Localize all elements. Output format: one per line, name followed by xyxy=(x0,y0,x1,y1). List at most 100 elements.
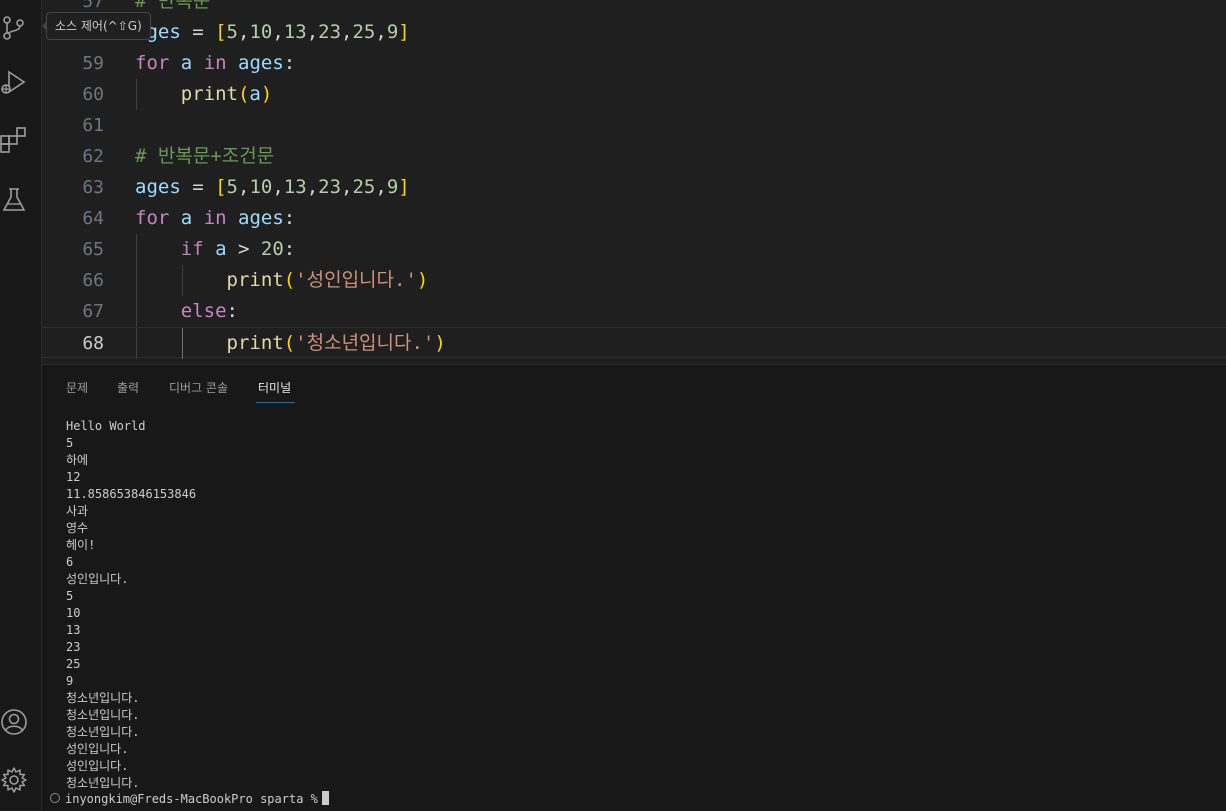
code-text: print('청소년입니다.') xyxy=(135,328,446,359)
code-token: 10 xyxy=(249,21,273,43)
code-line[interactable]: 63 ages = [5,10,13,23,25,9] xyxy=(42,172,1226,203)
code-token: 9 xyxy=(386,176,399,198)
code-line[interactable]: 61 xyxy=(42,110,1226,141)
line-number: 60 xyxy=(82,84,104,105)
code-text: else: xyxy=(135,296,238,327)
code-token: ( xyxy=(283,269,296,291)
code-token: > xyxy=(226,238,261,260)
code-token: in xyxy=(203,52,227,74)
code-line[interactable]: 66 print('성인입니다.') xyxy=(42,265,1226,296)
code-token: [ xyxy=(215,176,227,198)
code-token: 13 xyxy=(283,176,307,198)
code-text: if a > 20: xyxy=(135,234,295,265)
extensions-icon[interactable] xyxy=(0,126,28,154)
code-token: , xyxy=(272,176,284,198)
tab-terminal[interactable]: 터미널 xyxy=(258,379,291,396)
terminal-output-line: Hello World xyxy=(66,419,146,433)
terminal-output-line: 25 xyxy=(66,657,81,671)
code-token: ] xyxy=(398,21,410,43)
code-token: a xyxy=(249,83,261,105)
terminal-output-line: 성인입니다. xyxy=(66,742,129,756)
terminal-output-line: 12 xyxy=(66,470,81,484)
code-token: 10 xyxy=(249,176,273,198)
run-debug-icon[interactable] xyxy=(0,68,28,96)
line-number: 59 xyxy=(82,53,104,74)
terminal-output-line: 9 xyxy=(66,674,74,688)
terminal-output[interactable]: Hello World 5 하에 12 11.858653846153846 사과 영수 헤이… xyxy=(66,418,196,792)
terminal-output-line: 하에 xyxy=(66,453,89,467)
terminal-output-line: 청소년입니다. xyxy=(66,708,140,722)
terminal-output-line: 11.858653846153846 xyxy=(66,487,197,501)
line-number: 65 xyxy=(82,239,104,260)
code-token: '청소년입니다.' xyxy=(295,332,435,354)
code-line[interactable]: 58ages = [5,10,13,23,25,9] xyxy=(42,17,1226,48)
code-line[interactable]: 68 print('청소년입니다.') xyxy=(42,327,1226,359)
terminal-output-line: 성인입니다. xyxy=(66,759,129,773)
tab-output[interactable]: 출력 xyxy=(117,379,139,396)
code-token: a xyxy=(180,52,193,74)
code-token: 13 xyxy=(283,21,307,43)
code-token: for xyxy=(135,207,170,229)
code-token: 23 xyxy=(318,176,342,198)
code-token: a xyxy=(215,238,227,260)
code-line[interactable]: 62 # 반복문+조건문 xyxy=(42,141,1226,172)
terminal-output-line: 5 xyxy=(66,436,74,450)
code-line[interactable]: 64 for a in ages: xyxy=(42,203,1226,234)
code-text: for a in ages: xyxy=(135,203,295,234)
terminal-output-line: 6 xyxy=(66,555,74,569)
code-token: for xyxy=(135,52,170,74)
code-line[interactable]: 67 else: xyxy=(42,296,1226,327)
tab-debug-console[interactable]: 디버그 콘솔 xyxy=(169,379,228,396)
code-token: 9 xyxy=(386,21,399,43)
code-token: ages xyxy=(135,176,181,198)
code-token: , xyxy=(375,21,387,43)
code-token: , xyxy=(272,21,284,43)
bottom-panel: 문제 출력 디버그 콘솔 터미널 Hello World 5 하에 12 11.8586… xyxy=(42,364,1226,811)
code-token: if xyxy=(180,238,204,260)
code-token: print xyxy=(180,83,238,105)
code-line[interactable]: 59 for a in ages: xyxy=(42,48,1226,79)
code-token: , xyxy=(375,176,387,198)
code-line[interactable]: 65 if a > 20: xyxy=(42,234,1226,265)
command-decoration-icon xyxy=(50,793,60,803)
line-number: 66 xyxy=(82,270,104,291)
code-text: ages = [5,10,13,23,25,9] xyxy=(135,172,410,203)
code-token: else xyxy=(180,300,227,322)
code-line[interactable]: 60 print(a) xyxy=(42,79,1226,110)
code-text: # 반복문+조건문 xyxy=(135,141,274,172)
testing-icon[interactable] xyxy=(0,186,28,214)
terminal-prompt: inyongkim@Freds-MacBookPro sparta % xyxy=(65,792,318,806)
terminal-output-line: 사과 xyxy=(66,504,89,518)
source-control-tooltip: 소스 제어(^⇧G) xyxy=(46,12,151,40)
terminal-prompt-line[interactable]: inyongkim@Freds-MacBookPro sparta % xyxy=(50,791,329,808)
code-token: ) xyxy=(260,83,273,105)
code-editor[interactable]: 57# 반복문58ages = [5,10,13,23,25,9]59for a… xyxy=(42,0,1226,362)
code-token: ages xyxy=(238,52,284,74)
code-token: : xyxy=(283,52,296,74)
code-token: '성인입니다.' xyxy=(295,269,417,291)
code-token: # 반복문+조건문 xyxy=(135,145,275,167)
code-token: ages xyxy=(238,207,284,229)
code-token: # 반복문 xyxy=(135,0,211,12)
accounts-icon[interactable] xyxy=(0,708,28,736)
code-line[interactable]: 57 # 반복문 xyxy=(42,0,1226,17)
source-control-icon[interactable] xyxy=(0,14,28,42)
activity-bar xyxy=(0,0,42,810)
code-token: 5 xyxy=(226,176,238,198)
terminal-output-line: 10 xyxy=(66,606,81,620)
code-token: : xyxy=(226,300,238,322)
code-token: 25 xyxy=(352,21,376,43)
code-token: ( xyxy=(283,332,296,354)
line-number: 67 xyxy=(82,301,104,322)
terminal-output-line: 5 xyxy=(66,589,74,603)
tab-problems[interactable]: 문제 xyxy=(66,379,88,396)
code-token: in xyxy=(203,207,227,229)
line-number: 62 xyxy=(82,146,104,167)
settings-gear-icon[interactable] xyxy=(0,766,28,794)
